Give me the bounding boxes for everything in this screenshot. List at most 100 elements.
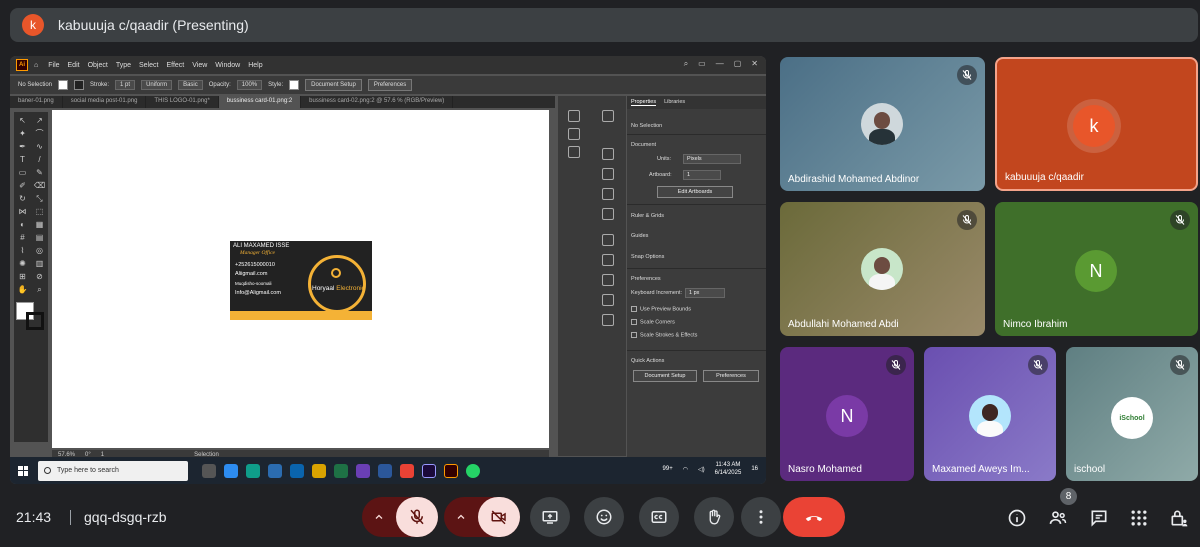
word-icon[interactable] xyxy=(378,463,392,478)
doc-tab-active[interactable]: bussiness card-01.png:2 xyxy=(218,96,302,108)
quick-preferences-button[interactable]: Preferences xyxy=(703,370,759,382)
appearance-icon[interactable] xyxy=(602,294,614,306)
participant-tile[interactable]: Abdullahi Mohamed Abdi xyxy=(780,202,985,336)
keyboard-increment-field[interactable]: 1 px xyxy=(685,288,725,298)
mic-toggle-button[interactable] xyxy=(396,497,438,537)
captions-button[interactable] xyxy=(639,497,679,537)
taskbar-clock[interactable]: 11:43 AM 6/14/2025 xyxy=(715,461,742,477)
doc-tab[interactable]: social media post-01.png xyxy=(63,96,147,108)
illustrator-taskbar-icon[interactable] xyxy=(444,463,458,478)
activities-button[interactable] xyxy=(1128,507,1150,529)
rectangle-tool-icon[interactable]: ▭ xyxy=(14,166,31,179)
menu-edit[interactable]: Edit xyxy=(68,62,80,69)
menu-type[interactable]: Type xyxy=(116,62,131,69)
copilot-icon[interactable] xyxy=(224,463,238,478)
participant-tile[interactable]: N Nimco Ibrahim xyxy=(995,202,1198,336)
style-swatch[interactable] xyxy=(289,80,300,90)
arrange-icon[interactable]: ▭ xyxy=(698,59,706,69)
scale-tool-icon[interactable]: ⤡ xyxy=(31,192,48,205)
task-view-icon[interactable] xyxy=(202,463,216,478)
document-setup-button[interactable]: Document Setup xyxy=(305,79,362,91)
close-icon[interactable]: ✕ xyxy=(751,59,758,69)
shaper-tool-icon[interactable]: ✐ xyxy=(14,179,31,192)
people-button[interactable] xyxy=(1047,507,1069,529)
stroke-icon[interactable] xyxy=(26,312,44,330)
layers-icon[interactable] xyxy=(568,110,580,122)
artboard[interactable]: ALI MAXAMED ISSE Manager Office +2526150… xyxy=(52,110,549,448)
units-select[interactable]: Pixels xyxy=(683,154,741,164)
brushes-icon[interactable] xyxy=(602,188,614,200)
pen-tool-icon[interactable]: ✒ xyxy=(14,140,31,153)
perspective-tool-icon[interactable]: ▦ xyxy=(31,218,48,231)
gradient-tool-icon[interactable]: ▤ xyxy=(31,231,48,244)
color-icon[interactable] xyxy=(602,148,614,160)
taskbar-search[interactable]: Type here to search xyxy=(38,460,188,481)
free-transform-tool-icon[interactable]: ⬚ xyxy=(31,205,48,218)
width-tool-icon[interactable]: ⋈ xyxy=(14,205,31,218)
menu-window[interactable]: Window xyxy=(215,62,240,69)
excel-icon[interactable] xyxy=(334,463,348,478)
hand-tool-icon[interactable]: ✋ xyxy=(14,283,31,296)
fill-stroke-widget[interactable] xyxy=(16,302,46,332)
use-preview-bounds-checkbox[interactable]: Use Preview Bounds xyxy=(631,306,691,312)
type-tool-icon[interactable]: T xyxy=(14,153,31,166)
artboards-icon[interactable] xyxy=(568,146,580,158)
participant-tile[interactable]: Maxamed Aweys Im... xyxy=(924,347,1056,481)
participant-tile[interactable]: Abdirashid Mohamed Abdinor xyxy=(780,57,985,191)
edge-icon[interactable] xyxy=(246,463,260,478)
properties-icon[interactable] xyxy=(602,110,614,122)
chat-button[interactable] xyxy=(1088,507,1110,529)
audio-options-chevron-icon[interactable] xyxy=(362,511,396,523)
opacity-field[interactable]: 100% xyxy=(236,80,263,90)
brush-select[interactable]: Basic xyxy=(178,80,203,90)
tab-properties[interactable]: Properties xyxy=(631,99,657,106)
search-icon[interactable]: ⌕ xyxy=(684,59,688,69)
whatsapp-icon[interactable] xyxy=(466,463,480,478)
emoji-reaction-button[interactable] xyxy=(584,497,624,537)
meeting-info-button[interactable] xyxy=(1006,507,1028,529)
business-card[interactable]: ALI MAXAMED ISSE Manager Office +2526150… xyxy=(230,241,372,320)
paintbrush-tool-icon[interactable]: ✎ xyxy=(31,166,48,179)
store-icon[interactable] xyxy=(268,463,282,478)
host-controls-button[interactable] xyxy=(1168,507,1190,529)
premiere-icon[interactable] xyxy=(422,463,436,478)
mesh-tool-icon[interactable]: # xyxy=(14,231,31,244)
menu-select[interactable]: Select xyxy=(139,62,158,69)
graphic-styles-icon[interactable] xyxy=(602,314,614,326)
shape-builder-tool-icon[interactable]: ◐ xyxy=(14,218,31,231)
scale-strokes-checkbox[interactable]: Scale Strokes & Effects xyxy=(631,332,697,338)
menu-effect[interactable]: Effect xyxy=(166,62,184,69)
artboard-select[interactable]: 1 xyxy=(683,170,721,180)
line-tool-icon[interactable]: / xyxy=(31,153,48,166)
tab-libraries[interactable]: Libraries xyxy=(664,99,685,106)
chrome-icon[interactable] xyxy=(400,463,414,478)
selection-tool-icon[interactable]: ↖ xyxy=(14,114,31,127)
shared-screen[interactable]: Ai ⌂ File Edit Object Type Select Effect… xyxy=(10,56,766,484)
doc-tab[interactable]: THIS LOGO-01.png* xyxy=(146,96,219,108)
artboard-tool-icon[interactable]: ⊞ xyxy=(14,270,31,283)
graph-tool-icon[interactable]: ▥ xyxy=(31,257,48,270)
rotate-tool-icon[interactable]: ↻ xyxy=(14,192,31,205)
video-options-chevron-icon[interactable] xyxy=(444,511,478,523)
present-screen-button[interactable] xyxy=(530,497,570,537)
transparency-icon[interactable] xyxy=(602,274,614,286)
zoom-tool-icon[interactable]: ⌕ xyxy=(31,283,48,296)
edit-artboards-button[interactable]: Edit Artboards xyxy=(657,186,733,198)
doc-tab[interactable]: baner-01.png xyxy=(10,96,63,108)
stroke-panel-icon[interactable] xyxy=(602,234,614,246)
scale-corners-checkbox[interactable]: Scale Corners xyxy=(631,319,675,325)
windows-start-icon[interactable] xyxy=(18,465,28,476)
raise-hand-button[interactable] xyxy=(694,497,734,537)
gradient-panel-icon[interactable] xyxy=(602,254,614,266)
preferences-button[interactable]: Preferences xyxy=(367,79,413,91)
swatches-icon[interactable] xyxy=(602,168,614,180)
volume-icon[interactable]: ◁) xyxy=(698,466,705,473)
direct-select-tool-icon[interactable]: ↗ xyxy=(31,114,48,127)
menu-object[interactable]: Object xyxy=(88,62,108,69)
participant-tile[interactable]: iSchool ischool xyxy=(1066,347,1198,481)
curvature-tool-icon[interactable]: ∿ xyxy=(31,140,48,153)
visual-studio-icon[interactable] xyxy=(356,463,370,478)
stroke-weight-field[interactable]: 1 pt xyxy=(115,80,136,90)
maximize-icon[interactable]: ▢ xyxy=(734,59,742,69)
eyedropper-tool-icon[interactable]: ⌇ xyxy=(14,244,31,257)
